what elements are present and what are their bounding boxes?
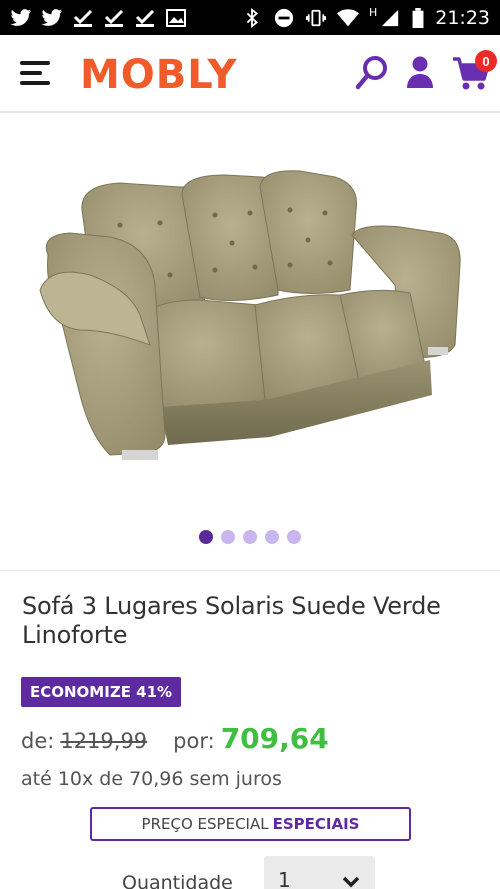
price-for-label: por:: [173, 729, 215, 753]
download-done-icon: [135, 9, 155, 27]
carousel-dot-4[interactable]: [265, 530, 279, 544]
menu-button[interactable]: [20, 57, 52, 89]
download-done-icon: [73, 9, 93, 27]
special-price-button[interactable]: PREÇO ESPECIAL ESPECIAIS: [90, 807, 411, 841]
product-image[interactable]: [0, 115, 500, 515]
download-done-icon: [104, 9, 124, 27]
carousel-dot-1[interactable]: [199, 530, 213, 544]
menu-icon-bar: [20, 71, 42, 75]
status-bar: H 21:23: [0, 0, 500, 35]
do-not-disturb-icon: [274, 8, 294, 27]
discount-badge: ECONOMIZE 41%: [21, 677, 182, 707]
current-price: 709,64: [220, 722, 329, 755]
price-from-label: de:: [21, 729, 55, 753]
image-icon: [166, 8, 186, 27]
carousel-dot-2[interactable]: [221, 530, 235, 544]
mobly-logo[interactable]: MOBLY: [80, 51, 252, 95]
signal-icon: [382, 9, 399, 26]
user-icon[interactable]: [405, 55, 435, 89]
special-price-link[interactable]: ESPECIAIS: [273, 815, 360, 833]
quantity-select[interactable]: 1: [264, 856, 375, 889]
section-divider: [0, 570, 500, 571]
price-row: de: 1219,99 por: 709,64: [21, 722, 481, 755]
twitter-icon: [10, 8, 32, 26]
vibrate-icon: [305, 9, 326, 26]
quantity-label: Quantidade: [122, 872, 233, 889]
bluetooth-icon: [246, 7, 258, 28]
logo-text: MOBLY: [80, 52, 238, 95]
carousel-indicator: [0, 530, 500, 544]
quantity-value: 1: [278, 868, 291, 889]
twitter-icon: [41, 8, 63, 26]
product-title: Sofá 3 Lugares Solaris Suede Verde Linof…: [22, 592, 441, 649]
menu-icon-bar: [20, 81, 50, 85]
chevron-down-icon: [342, 876, 360, 888]
battery-icon: [412, 7, 424, 28]
app-header: MOBLY 0: [0, 35, 500, 113]
old-price: 1219,99: [60, 729, 148, 753]
search-icon[interactable]: [355, 55, 389, 91]
installments-text: até 10x de 70,96 sem juros: [21, 768, 282, 790]
menu-icon-bar: [20, 61, 50, 65]
carousel-dot-3[interactable]: [243, 530, 257, 544]
status-time: 21:23: [435, 6, 490, 29]
special-price-label: PREÇO ESPECIAL: [141, 815, 269, 833]
network-type-label: H: [368, 6, 378, 19]
carousel-dot-5[interactable]: [287, 530, 301, 544]
wifi-icon: [336, 8, 359, 26]
cart-count-badge: 0: [475, 50, 497, 72]
